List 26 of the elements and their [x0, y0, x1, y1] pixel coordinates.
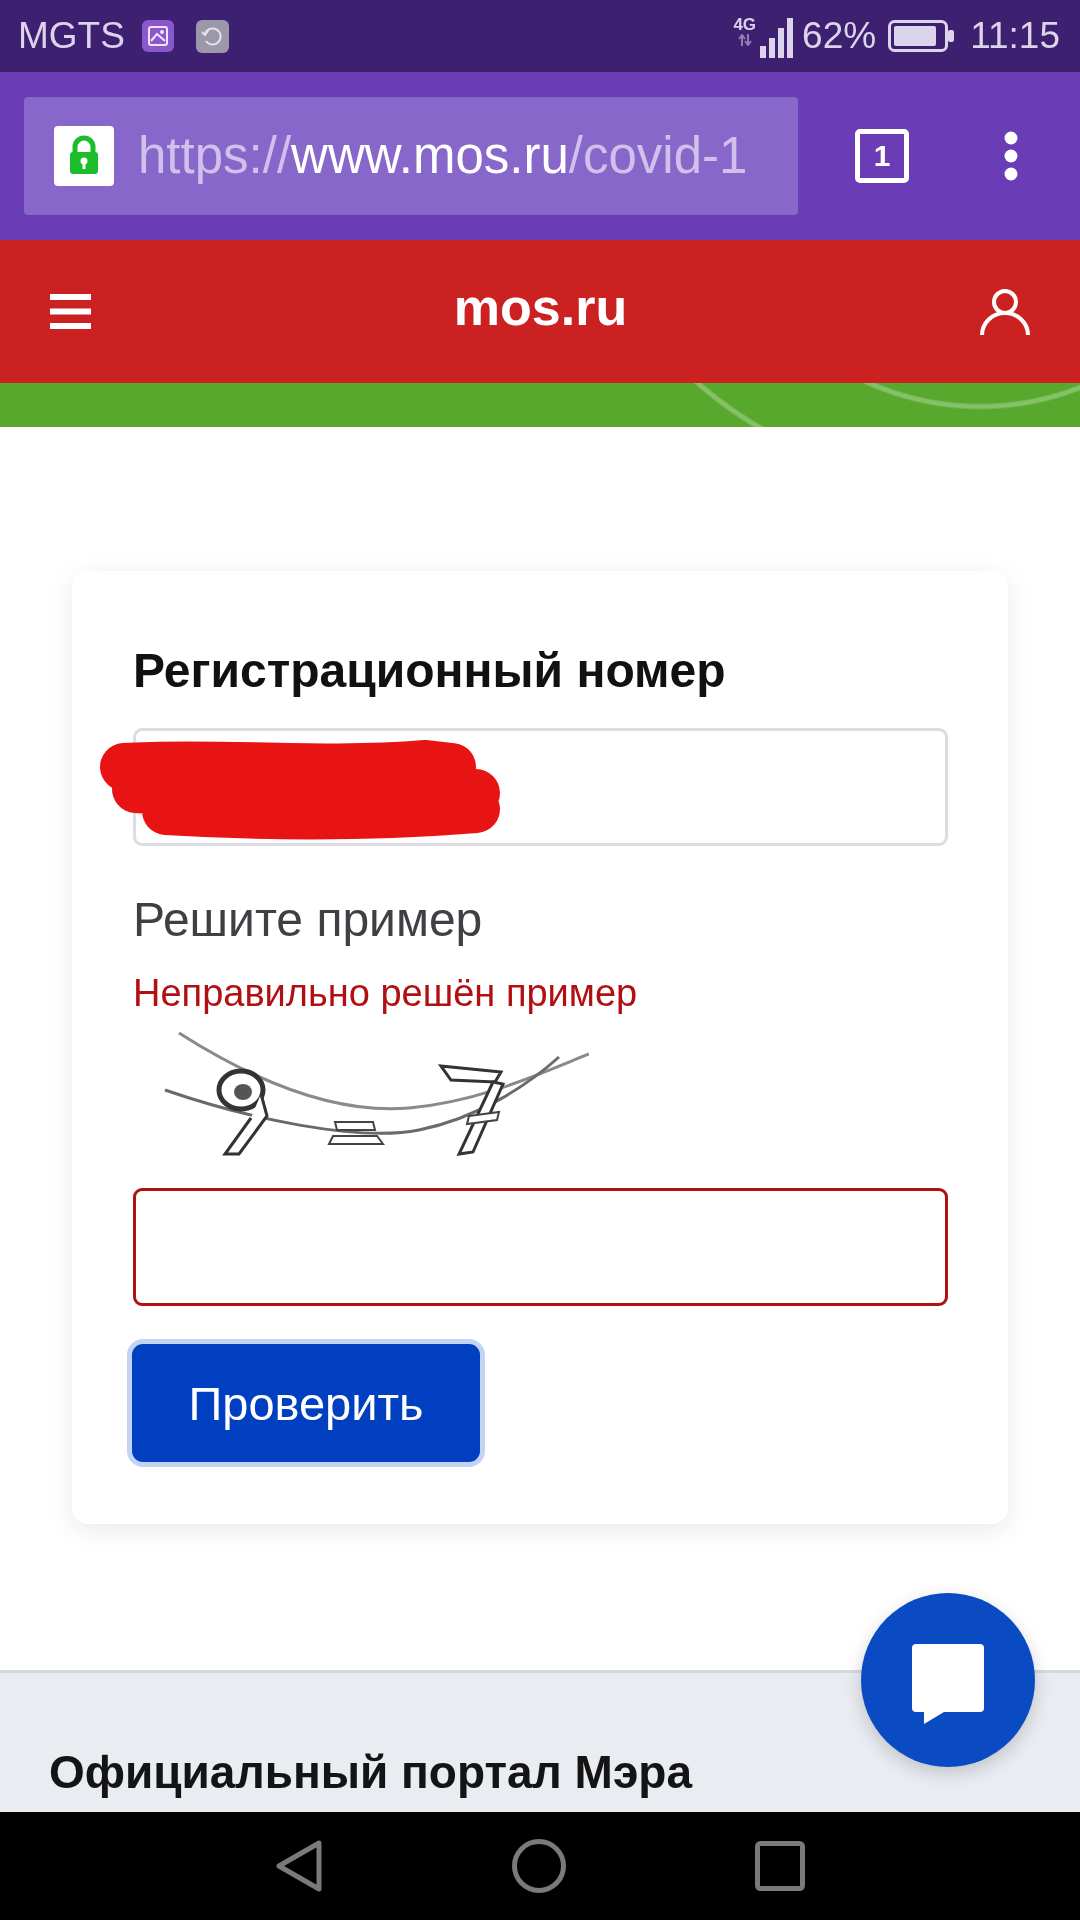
footer-title: Официальный портал Мэра — [49, 1745, 692, 1799]
signal-icon — [760, 18, 795, 58]
sync-icon — [195, 19, 229, 53]
chat-icon — [912, 1644, 984, 1724]
back-icon[interactable] — [275, 1839, 323, 1893]
network-type: 4G — [733, 16, 757, 34]
carrier-name: MGTS — [18, 14, 125, 58]
home-icon[interactable] — [512, 1839, 566, 1893]
tab-count-button[interactable]: 1 — [855, 129, 909, 183]
answer-field[interactable] — [133, 1188, 948, 1306]
check-button[interactable]: Проверить — [127, 1339, 485, 1467]
image-icon — [141, 20, 174, 52]
user-icon[interactable] — [979, 287, 1031, 336]
site-logo[interactable]: mos.ru — [453, 276, 628, 337]
url-text: https://www.mos.ru/covid-1 — [138, 126, 748, 186]
field-label: Решите пример — [133, 892, 483, 948]
error-message: Неправильно решён пример — [133, 971, 638, 1015]
battery-icon — [888, 20, 955, 52]
battery-percent: 62% — [802, 14, 877, 58]
clock: 11:15 — [970, 14, 1060, 58]
menu-icon[interactable] — [50, 294, 91, 329]
data-arrows-icon — [737, 34, 752, 46]
recents-icon[interactable] — [755, 1841, 805, 1891]
field-label: Регистрационный номер — [133, 643, 726, 699]
more-icon[interactable] — [1004, 131, 1018, 181]
address-bar[interactable]: https://www.mos.ru/covid-1 — [24, 97, 798, 215]
